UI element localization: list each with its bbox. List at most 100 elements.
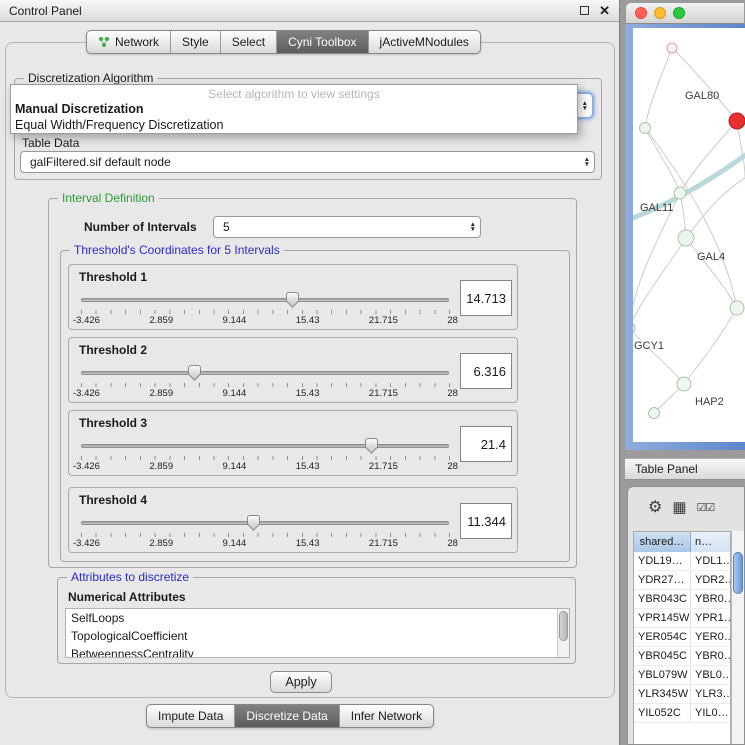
table-row[interactable]: YLR345W YLR3… [634, 685, 730, 704]
tab-network[interactable]: Network [87, 31, 171, 53]
threshold-4-value-field[interactable]: 11.344 [460, 503, 512, 539]
control-panel-titlebar: Control Panel ✕ [0, 0, 619, 22]
slider-scale: -3.426 2.859 9.144 15.43 21.715 28 [73, 538, 458, 549]
table-row[interactable]: YIL052C YIL0… [634, 704, 730, 723]
tab-discretize-data[interactable]: Discretize Data [235, 705, 339, 727]
table-scrollbar[interactable] [731, 531, 744, 744]
dropdown-option-equal-width-frequency[interactable]: Equal Width/Frequency Discretization [11, 117, 577, 133]
threshold-1-panel: Threshold 1 -3.426 2.859 9.144 15.43 21.… [68, 264, 518, 330]
table-panel-header: Table Panel [625, 458, 745, 480]
network-canvas[interactable]: GAL80 GAL11 GAL4 GCY1 HAP2 [633, 28, 745, 442]
table-row[interactable]: YDL19… YDL1… [634, 552, 730, 571]
node-labels: GAL80 GAL11 GAL4 GCY1 HAP2 [634, 90, 725, 408]
table-toolbar: ⚙ ▦ ☑☑ [628, 487, 744, 527]
table-row[interactable]: YDR27… YDR2… [634, 571, 730, 590]
slider-ticks [81, 310, 450, 314]
tab-cyni-toolbox[interactable]: Cyni Toolbox [277, 31, 368, 53]
threshold-2-panel: Threshold 2 -3.426 2.859 9.144 15.43 21.… [68, 337, 518, 403]
close-icon[interactable]: ✕ [599, 4, 610, 17]
table-row[interactable]: YBR043C YBR0… [634, 590, 730, 609]
combo-arrows-icon: ▲▼ [582, 101, 588, 111]
threshold-1-label: Threshold 1 [79, 270, 147, 284]
gear-icon[interactable]: ⚙ [648, 497, 662, 517]
table-data-select[interactable]: galFiltered.sif default node ▲▼ [20, 151, 595, 173]
table-row[interactable]: YER054C YER0… [634, 628, 730, 647]
slider-scale: -3.426 2.859 9.144 15.43 21.715 28 [73, 388, 458, 399]
tab-select[interactable]: Select [221, 31, 277, 53]
zoom-traffic-light-icon[interactable] [673, 7, 685, 19]
slider-scale: -3.426 2.859 9.144 15.43 21.715 28 [73, 461, 458, 472]
threshold-3-label: Threshold 3 [79, 416, 147, 430]
list-scrollbar[interactable] [557, 609, 569, 657]
node-table: shared… n… YDL19… YDL1… YDR27… YDR2… YBR… [633, 531, 731, 744]
list-item[interactable]: BetweennessCentrality [66, 645, 569, 658]
tab-infer-network[interactable]: Infer Network [340, 705, 433, 727]
network-icon [98, 36, 110, 48]
slider-thumb[interactable] [365, 438, 378, 448]
list-item[interactable]: SelfLoops [66, 609, 569, 627]
threshold-4-panel: Threshold 4 -3.426 2.859 9.144 15.43 21.… [68, 487, 518, 553]
bottom-tab-bar: Impute Data Discretize Data Infer Networ… [146, 704, 434, 728]
scrollbar-thumb[interactable] [733, 552, 743, 594]
interval-definition-group-title: Interval Definition [58, 191, 159, 205]
combo-arrows-icon: ▲▼ [470, 222, 476, 232]
slider-thumb[interactable] [188, 365, 201, 375]
threshold-2-slider[interactable] [81, 365, 449, 381]
threshold-3-slider[interactable] [81, 438, 449, 454]
slider-scale: -3.426 2.859 9.144 15.43 21.715 28 [73, 315, 458, 326]
network-node [649, 408, 660, 419]
node-label: HAP2 [695, 396, 724, 408]
control-panel-window: Control Panel ✕ Network Style Select Cyn… [0, 0, 620, 745]
select-columns-icon[interactable]: ☑☑ [697, 501, 715, 514]
network-node [633, 322, 635, 334]
threshold-4-label: Threshold 4 [79, 493, 147, 507]
table-row[interactable]: YBL079W YBL0… [634, 666, 730, 685]
dropdown-option-manual-discretization[interactable]: Manual Discretization [11, 101, 577, 117]
minimize-traffic-light-icon[interactable] [654, 7, 666, 19]
scrollbar-thumb[interactable] [559, 611, 568, 641]
table-data-label: Table Data [22, 136, 79, 150]
table-row[interactable]: YPR145W YPR1… [634, 609, 730, 628]
node-label: GAL4 [697, 251, 725, 263]
thresholds-group-title: Threshold's Coordinates for 5 Intervals [70, 243, 284, 257]
close-traffic-light-icon[interactable] [635, 7, 647, 19]
node-label: GAL80 [685, 90, 719, 102]
tab-style[interactable]: Style [171, 31, 221, 53]
columns-icon[interactable]: ▦ [672, 498, 686, 516]
network-node [674, 187, 686, 199]
node-label: GCY1 [634, 340, 664, 352]
number-of-intervals-select[interactable]: 5 ▲▼ [213, 216, 481, 238]
network-node [730, 301, 744, 315]
tab-network-label: Network [115, 35, 159, 49]
threshold-1-slider[interactable] [81, 292, 449, 308]
column-header-name[interactable]: n… [691, 532, 730, 552]
threshold-3-value-field[interactable]: 21.4 [460, 426, 512, 462]
slider-track [81, 521, 449, 525]
threshold-2-value-field[interactable]: 6.316 [460, 353, 512, 389]
node-label: GAL11 [640, 202, 673, 214]
threshold-4-slider[interactable] [81, 515, 449, 531]
threshold-1-value-field[interactable]: 14.713 [460, 280, 512, 316]
slider-thumb[interactable] [286, 292, 299, 302]
column-header-shared-name[interactable]: shared… [634, 532, 691, 552]
network-view-window: GAL80 GAL11 GAL4 GCY1 HAP2 [625, 2, 745, 450]
table-row[interactable]: YBR045C YBR0… [634, 647, 730, 666]
numerical-attributes-list: SelfLoops TopologicalCoefficient Between… [65, 608, 570, 658]
table-data-value: galFiltered.sif default node [30, 155, 171, 169]
slider-track [81, 444, 449, 448]
slider-ticks [81, 533, 450, 537]
discretization-algorithm-group-title: Discretization Algorithm [24, 71, 157, 85]
float-window-icon[interactable] [580, 6, 589, 15]
network-node [640, 123, 651, 134]
selected-network-node [729, 113, 745, 129]
numerical-attributes-label: Numerical Attributes [68, 590, 186, 604]
threshold-3-panel: Threshold 3 -3.426 2.859 9.144 15.43 21.… [68, 410, 518, 476]
slider-thumb[interactable] [247, 515, 260, 525]
tab-jactivemnodules[interactable]: jActiveMNodules [369, 31, 480, 53]
list-item[interactable]: TopologicalCoefficient [66, 627, 569, 645]
tab-impute-data[interactable]: Impute Data [147, 705, 235, 727]
network-node [667, 43, 677, 53]
slider-track [81, 371, 449, 375]
apply-button[interactable]: Apply [270, 671, 332, 693]
threshold-2-label: Threshold 2 [79, 343, 147, 357]
